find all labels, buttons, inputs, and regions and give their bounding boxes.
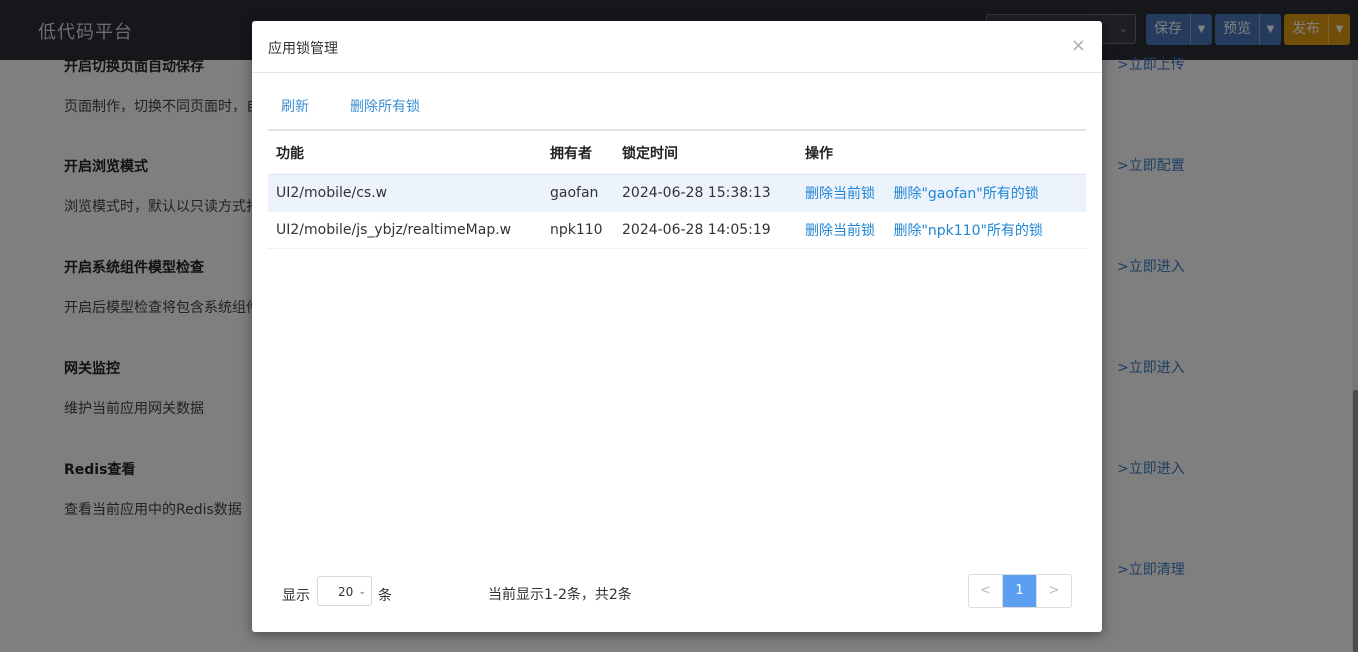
lock-table: 功能 拥有者 锁定时间 操作 UI2/mobile/cs.w gaofan 20… [268,129,1086,249]
delete-owner-locks-link[interactable]: 删除"npk110"所有的锁 [893,223,1042,239]
cell-function: UI2/mobile/js_ybjz/realtimeMap.w [276,222,512,238]
cell-lock-time: 2024-06-28 14:05:19 [622,222,771,238]
page-size-select[interactable]: 20 ⌄ [317,576,372,606]
table-row[interactable]: UI2/mobile/cs.w gaofan 2024-06-28 15:38:… [268,175,1086,212]
cell-lock-time: 2024-06-28 15:38:13 [622,185,771,201]
prev-page-button[interactable]: < [969,575,1003,607]
delete-current-lock-link[interactable]: 删除当前锁 [805,223,875,239]
pager: < 1 > [968,574,1072,608]
column-header-actions: 操作 [805,145,833,162]
close-icon[interactable]: × [1071,35,1086,56]
column-header-function: 功能 [276,145,304,162]
dialog-title: 应用锁管理 [268,41,338,57]
cell-actions: 删除当前锁 删除"gaofan"所有的锁 [797,183,1086,203]
next-page-button[interactable]: > [1037,575,1071,607]
cell-owner: npk110 [550,222,603,238]
refresh-button[interactable]: 刷新 [268,96,309,116]
chevron-down-icon: ⌄ [358,587,366,597]
table-row[interactable]: UI2/mobile/js_ybjz/realtimeMap.w npk110 … [268,212,1086,249]
show-label: 显示 [282,588,310,604]
cell-actions: 删除当前锁 删除"npk110"所有的锁 [797,220,1086,240]
delete-current-lock-link[interactable]: 删除当前锁 [805,186,875,202]
column-header-owner: 拥有者 [550,145,592,162]
dialog-toolbar: 刷新 删除所有锁 [268,96,420,116]
page-size-value: 20 [338,585,354,599]
unit-label: 条 [378,588,392,604]
cell-owner: gaofan [550,185,599,201]
pagination-summary: 当前显示1-2条，共2条 [488,587,632,603]
delete-owner-locks-link[interactable]: 删除"gaofan"所有的锁 [893,186,1038,202]
column-header-lock-time: 锁定时间 [622,145,678,162]
dialog-header: 应用锁管理 × [252,21,1102,73]
pagination-footer: 显示 20 ⌄ 条 当前显示1-2条，共2条 < 1 > [282,574,1072,610]
cell-function: UI2/mobile/cs.w [276,185,388,201]
page-button-current[interactable]: 1 [1003,575,1037,607]
table-header: 功能 拥有者 锁定时间 操作 [268,131,1086,175]
lock-manager-dialog: 应用锁管理 × 刷新 删除所有锁 功能 拥有者 锁定时间 操作 UI2/mobi… [252,21,1102,632]
delete-all-locks-button[interactable]: 删除所有锁 [337,96,420,116]
